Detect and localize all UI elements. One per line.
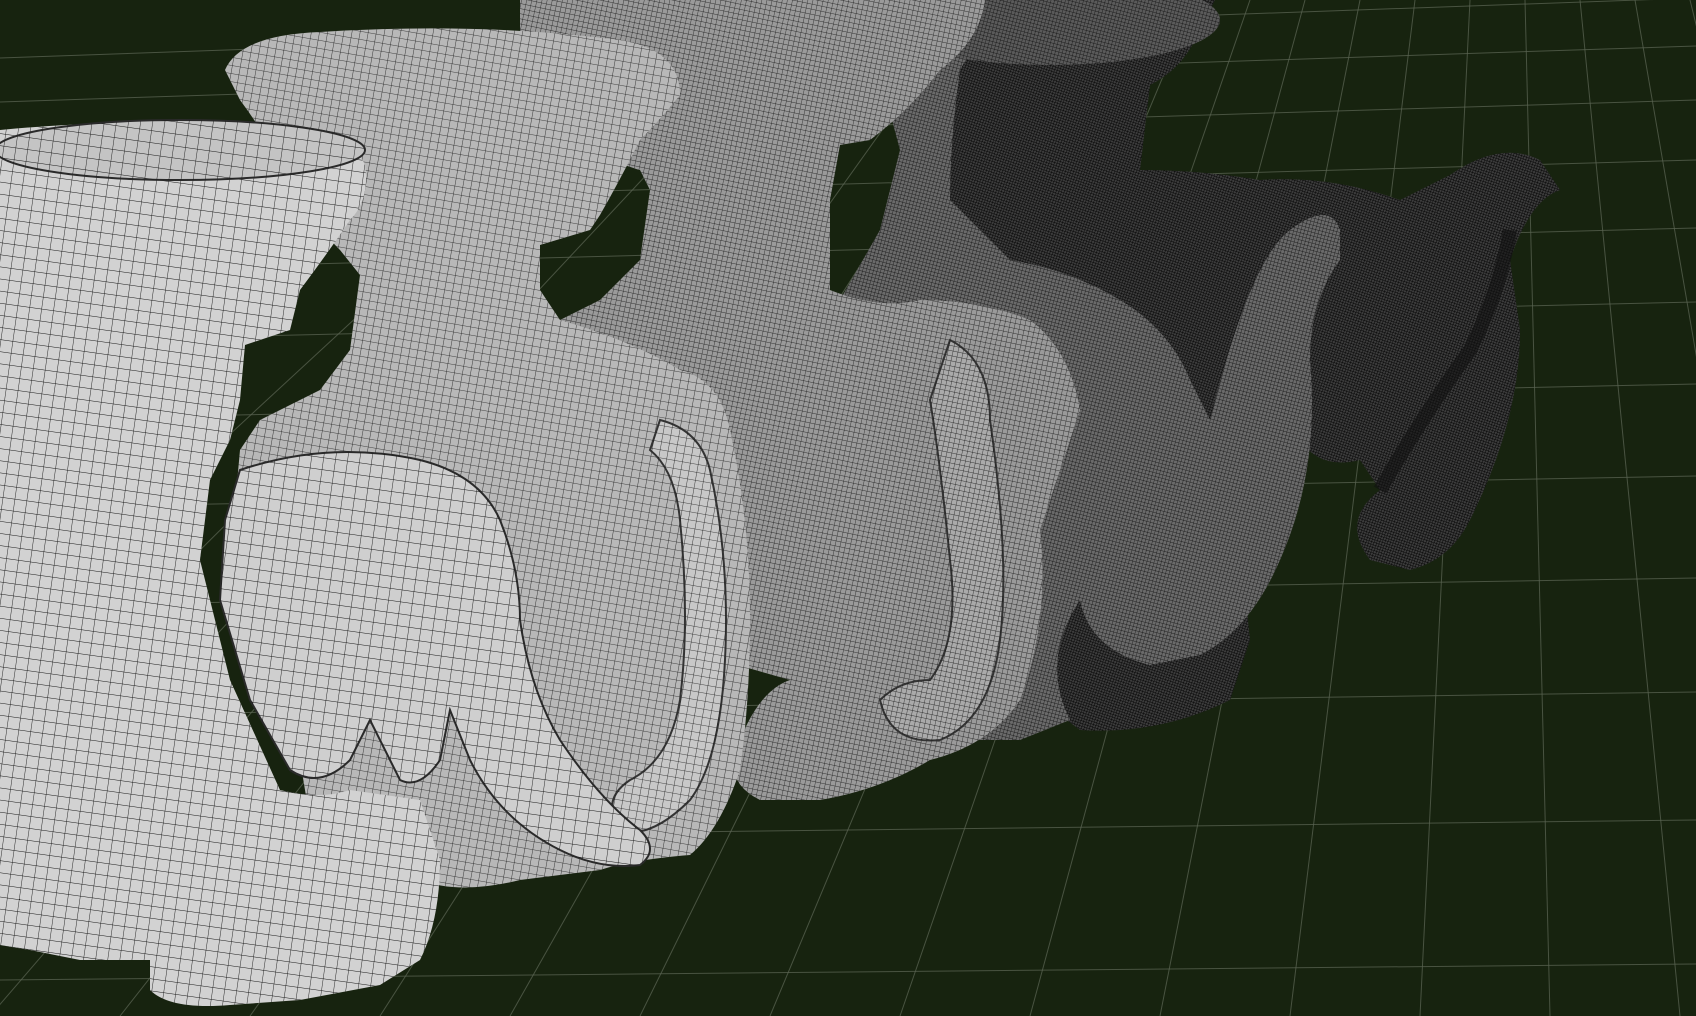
grid-line-vertical (1579, 0, 1681, 1016)
viewport-canvas[interactable] (0, 0, 1696, 1016)
grid-line-vertical (1689, 0, 1696, 27)
grid-line-vertical (1524, 0, 1551, 1016)
3d-viewport[interactable] (0, 0, 1696, 1016)
